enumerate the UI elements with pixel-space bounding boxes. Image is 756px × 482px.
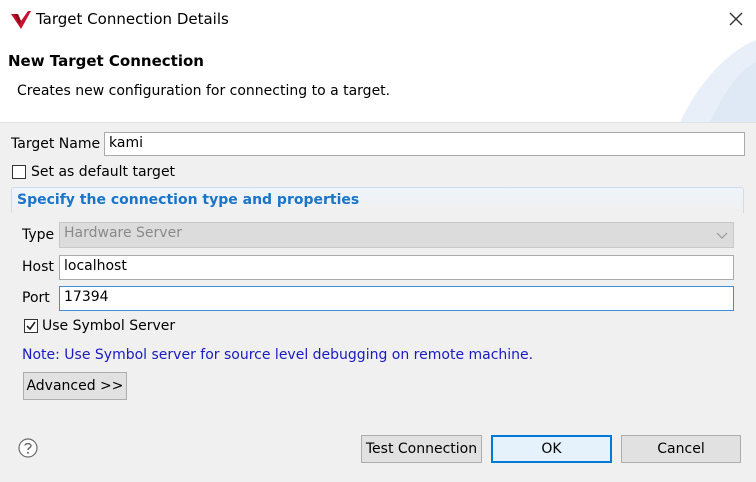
target-name-label: Target Name — [11, 136, 101, 152]
type-select[interactable]: Hardware Server — [59, 222, 734, 248]
host-label: Host — [22, 259, 54, 275]
symbol-server-note: Note: Use Symbol server for source level… — [22, 347, 534, 363]
window-title: Target Connection Details — [36, 10, 229, 28]
default-target-label: Set as default target — [31, 164, 176, 180]
default-target-checkbox[interactable] — [12, 165, 26, 179]
vitis-logo-icon — [11, 11, 31, 29]
port-field[interactable]: 17394 — [59, 286, 734, 311]
connection-section-title: Specify the connection type and properti… — [17, 192, 360, 208]
banner-decoration — [680, 40, 756, 122]
check-icon — [26, 321, 36, 331]
page-title: New Target Connection — [8, 52, 204, 70]
target-name-field[interactable]: kami — [104, 132, 745, 156]
chevron-down-icon — [716, 232, 728, 239]
symbol-server-checkbox[interactable] — [24, 319, 38, 333]
type-label: Type — [22, 227, 55, 243]
ok-button[interactable]: OK — [491, 435, 612, 463]
host-field[interactable]: localhost — [59, 255, 734, 280]
advanced-button[interactable]: Advanced >> — [23, 372, 127, 400]
port-label: Port — [22, 290, 50, 306]
test-connection-button[interactable]: Test Connection — [361, 435, 482, 463]
page-description: Creates new configuration for connecting… — [17, 83, 391, 99]
help-icon[interactable] — [18, 438, 38, 458]
type-value: Hardware Server — [64, 225, 182, 241]
symbol-server-label: Use Symbol Server — [42, 318, 176, 334]
cancel-button[interactable]: Cancel — [621, 435, 741, 463]
close-icon[interactable] — [726, 9, 746, 29]
